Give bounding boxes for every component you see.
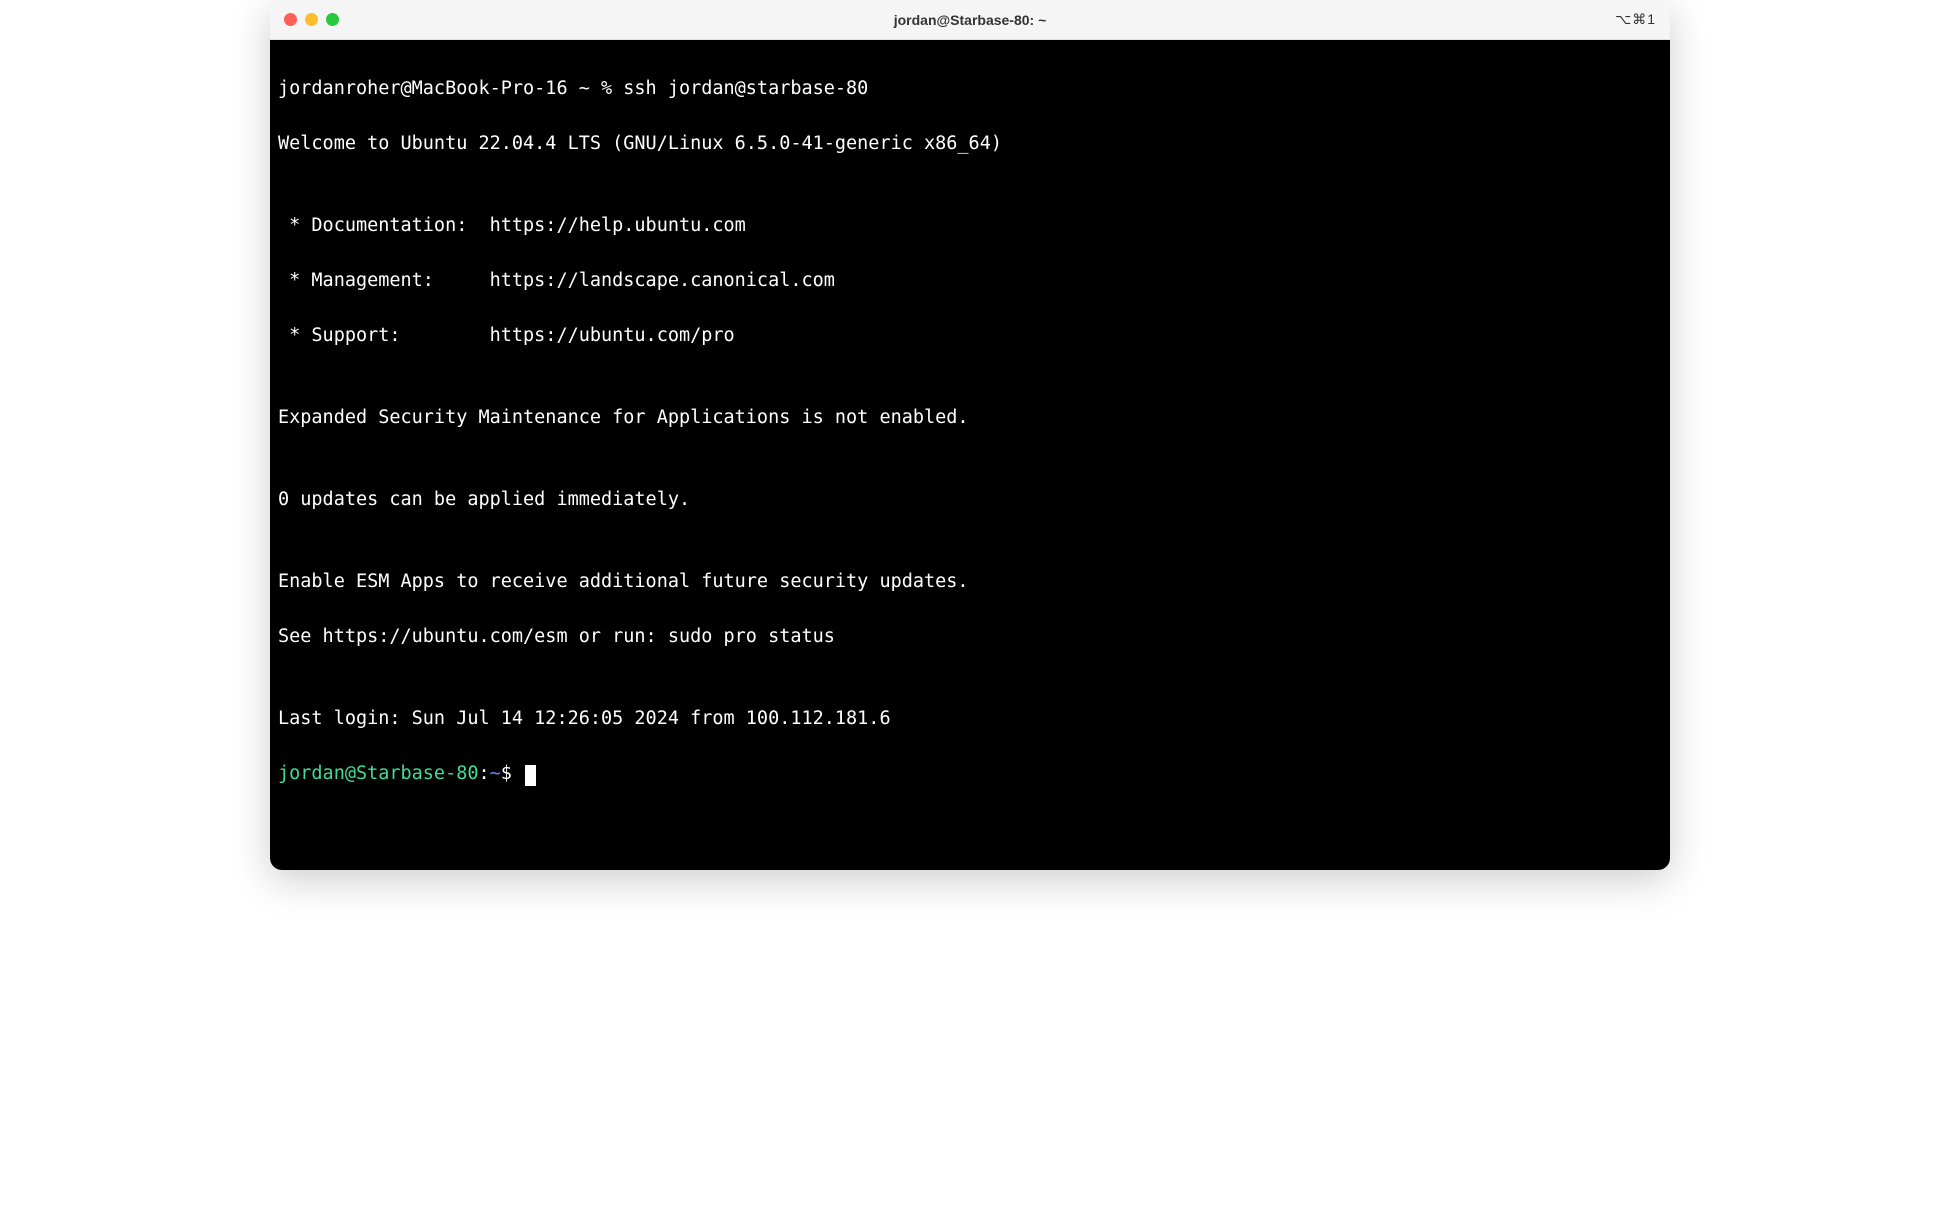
output-welcome: Welcome to Ubuntu 22.04.4 LTS (GNU/Linux… <box>278 130 1662 157</box>
output-documentation: * Documentation: https://help.ubuntu.com <box>278 212 1662 239</box>
prompt-line-remote: jordan@Starbase-80:~$ <box>278 760 1662 787</box>
remote-user-host: jordan@Starbase-80 <box>278 763 478 784</box>
window-title: jordan@Starbase-80: ~ <box>894 12 1047 28</box>
close-icon[interactable] <box>284 13 297 26</box>
window-controls <box>284 13 339 26</box>
output-last-login: Last login: Sun Jul 14 12:26:05 2024 fro… <box>278 705 1662 732</box>
terminal-window: jordan@Starbase-80: ~ ⌥⌘1 jordanroher@Ma… <box>270 0 1670 870</box>
local-command: ssh jordan@starbase-80 <box>623 78 868 99</box>
remote-sep: : <box>478 763 489 784</box>
cursor-icon <box>525 765 536 786</box>
prompt-line-local: jordanroher@MacBook-Pro-16 ~ % ssh jorda… <box>278 75 1662 102</box>
output-updates: 0 updates can be applied immediately. <box>278 486 1662 513</box>
output-support: * Support: https://ubuntu.com/pro <box>278 322 1662 349</box>
title-bar: jordan@Starbase-80: ~ ⌥⌘1 <box>270 0 1670 40</box>
remote-path: ~ <box>490 763 501 784</box>
output-esm-notice: Expanded Security Maintenance for Applic… <box>278 404 1662 431</box>
minimize-icon[interactable] <box>305 13 318 26</box>
output-management: * Management: https://landscape.canonica… <box>278 267 1662 294</box>
maximize-icon[interactable] <box>326 13 339 26</box>
terminal-body[interactable]: jordanroher@MacBook-Pro-16 ~ % ssh jorda… <box>270 40 1670 870</box>
shortcut-indicator: ⌥⌘1 <box>1615 11 1656 28</box>
output-esm-see: See https://ubuntu.com/esm or run: sudo … <box>278 623 1662 650</box>
remote-symbol: $ <box>501 763 523 784</box>
local-prompt: jordanroher@MacBook-Pro-16 ~ % <box>278 78 623 99</box>
output-esm-enable: Enable ESM Apps to receive additional fu… <box>278 568 1662 595</box>
